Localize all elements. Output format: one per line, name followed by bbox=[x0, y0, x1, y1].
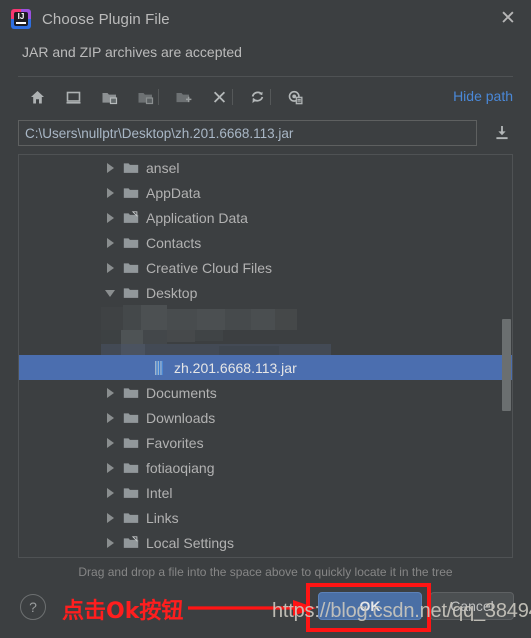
file-tree-panel[interactable]: ansel AppData Application Data Contacts … bbox=[18, 154, 513, 558]
tree-row-fotiaoqiang[interactable]: fotiaoqiang bbox=[19, 455, 512, 480]
home-icon[interactable] bbox=[24, 84, 50, 110]
tree-row-intel[interactable]: Intel bbox=[19, 480, 512, 505]
tree-row-downloads[interactable]: Downloads bbox=[19, 405, 512, 430]
path-input[interactable] bbox=[18, 120, 477, 146]
drag-drop-hint: Drag and drop a file into the space abov… bbox=[78, 565, 453, 579]
tree-row-links[interactable]: Links bbox=[19, 505, 512, 530]
folder-shortcut-icon bbox=[123, 535, 139, 551]
tree-row-label: AppData bbox=[146, 184, 201, 201]
tree-row-label: Creative Cloud Files bbox=[146, 259, 273, 276]
tree-row-label: Application Data bbox=[146, 209, 248, 226]
chevron-right-icon[interactable] bbox=[104, 486, 117, 499]
help-button[interactable]: ? bbox=[20, 594, 46, 620]
folder-icon bbox=[123, 385, 139, 401]
tree-row-ansel[interactable]: ansel bbox=[19, 155, 512, 180]
tree-row-selected-jar[interactable]: zh.201.6668.113.jar bbox=[19, 355, 512, 380]
close-icon[interactable]: ✕ bbox=[491, 3, 525, 35]
chevron-right-icon[interactable] bbox=[104, 186, 117, 199]
chevron-right-icon[interactable] bbox=[104, 236, 117, 249]
tree-row-label: ansel bbox=[146, 159, 180, 176]
folder-icon bbox=[123, 485, 139, 501]
annotation-callout-text: 点击Ok按钮 bbox=[62, 599, 184, 624]
choose-plugin-file-dialog: IJ Choose Plugin File ✕ JAR and ZIP arch… bbox=[0, 0, 531, 638]
tree-row-application-data[interactable]: Application Data bbox=[19, 205, 512, 230]
chevron-right-icon[interactable] bbox=[104, 161, 117, 174]
tree-row-appdata[interactable]: AppData bbox=[19, 180, 512, 205]
tree-row-label: Desktop bbox=[146, 284, 198, 301]
folder-shortcut-icon bbox=[123, 210, 139, 226]
tree-row-label: Documents bbox=[146, 384, 217, 401]
tree-row-label: Links bbox=[146, 509, 179, 526]
chevron-right-icon[interactable] bbox=[104, 211, 117, 224]
tree-row-documents[interactable]: Documents bbox=[19, 380, 512, 405]
folder-icon bbox=[123, 260, 139, 276]
watermark-text: https://blog.csdn.net/qq_38494999 bbox=[272, 600, 531, 622]
delete-icon[interactable] bbox=[206, 84, 232, 110]
chevron-right-icon[interactable] bbox=[104, 386, 117, 399]
tree-row-label: Downloads bbox=[146, 409, 216, 426]
chevron-right-icon[interactable] bbox=[104, 461, 117, 474]
path-row bbox=[18, 120, 513, 146]
chevron-right-icon[interactable] bbox=[104, 536, 117, 549]
tree-scrollbar[interactable] bbox=[501, 156, 511, 557]
intellij-idea-logo-icon: IJ bbox=[11, 9, 31, 29]
chevron-right-icon[interactable] bbox=[104, 411, 117, 424]
folder-icon bbox=[123, 235, 139, 251]
folder-icon bbox=[123, 185, 139, 201]
toolbar-separator bbox=[232, 89, 233, 105]
tree-row-label: Contacts bbox=[146, 234, 202, 251]
title-bar: IJ Choose Plugin File ✕ bbox=[0, 0, 531, 38]
tree-row-label: Favorites bbox=[146, 434, 204, 451]
show-hidden-files-icon[interactable] bbox=[282, 84, 308, 110]
folder-icon bbox=[123, 510, 139, 526]
tree-row-label: fotiaoqiang bbox=[146, 459, 215, 476]
tree-row-local-settings[interactable]: Local Settings bbox=[19, 530, 512, 555]
expand-folder-icon[interactable] bbox=[96, 84, 122, 110]
window-title: Choose Plugin File bbox=[42, 10, 170, 28]
scrollbar-thumb[interactable] bbox=[502, 319, 511, 411]
hide-path-link[interactable]: Hide path bbox=[453, 88, 513, 104]
folder-icon bbox=[123, 435, 139, 451]
file-chooser-toolbar: Hide path bbox=[18, 80, 513, 114]
chevron-down-icon[interactable] bbox=[104, 286, 117, 299]
tree-row-redacted[interactable] bbox=[19, 305, 512, 330]
dialog-subtitle: JAR and ZIP archives are accepted bbox=[22, 44, 242, 60]
tree-row-redacted[interactable] bbox=[19, 330, 512, 355]
tree-row-label: Local Settings bbox=[146, 534, 234, 551]
toolbar-separator bbox=[270, 89, 271, 105]
desktop-icon[interactable] bbox=[60, 84, 86, 110]
toolbar-separator bbox=[158, 89, 159, 105]
jar-file-icon bbox=[151, 360, 167, 376]
collapse-folder-icon[interactable] bbox=[132, 84, 158, 110]
tree-row-favorites[interactable]: Favorites bbox=[19, 430, 512, 455]
tree-row-label: Intel bbox=[146, 484, 173, 501]
chevron-right-icon[interactable] bbox=[104, 511, 117, 524]
tree-row-desktop[interactable]: Desktop bbox=[19, 280, 512, 305]
refresh-icon[interactable] bbox=[244, 84, 270, 110]
file-tree: ansel AppData Application Data Contacts … bbox=[19, 155, 512, 557]
folder-icon bbox=[123, 410, 139, 426]
tree-row-contacts[interactable]: Contacts bbox=[19, 230, 512, 255]
download-icon[interactable] bbox=[491, 122, 513, 144]
chevron-right-icon[interactable] bbox=[104, 261, 117, 274]
folder-icon bbox=[123, 285, 139, 301]
tree-row-creative-cloud-files[interactable]: Creative Cloud Files bbox=[19, 255, 512, 280]
toolbar-divider bbox=[18, 76, 513, 77]
folder-icon bbox=[123, 460, 139, 476]
chevron-right-icon[interactable] bbox=[104, 436, 117, 449]
new-folder-icon[interactable] bbox=[170, 84, 196, 110]
folder-icon bbox=[123, 160, 139, 176]
tree-row-label: zh.201.6668.113.jar bbox=[174, 359, 297, 376]
